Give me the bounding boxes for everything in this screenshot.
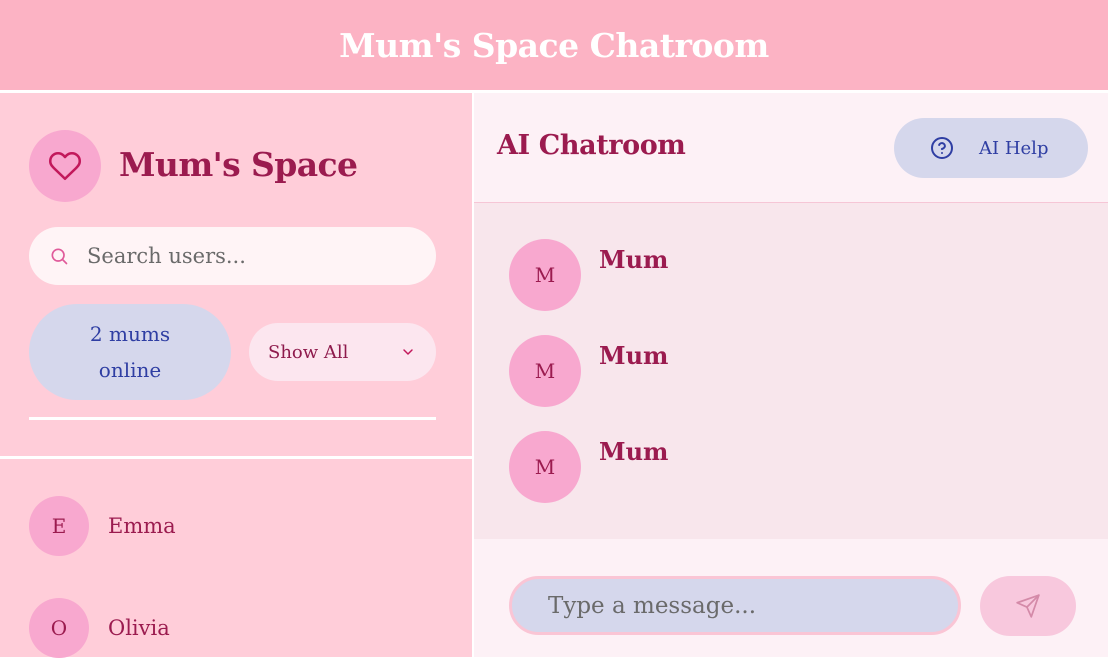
heart-icon	[29, 130, 101, 202]
search-input[interactable]	[85, 243, 409, 269]
ai-help-button[interactable]: AI Help	[894, 118, 1088, 178]
question-circle-icon	[930, 136, 954, 160]
chat-title: AI Chatroom	[497, 130, 686, 161]
message-item: M Mum	[509, 335, 668, 407]
avatar: M	[509, 239, 581, 311]
message-item: M Mum	[509, 239, 668, 311]
message-sender: Mum	[599, 341, 669, 370]
chat-header: AI Chatroom AI Help	[474, 93, 1108, 203]
send-button[interactable]	[980, 576, 1076, 636]
sidebar-top: Mum's Space 2 mums online Show All	[0, 93, 472, 457]
divider	[29, 417, 436, 420]
user-list-item[interactable]: O Olivia	[29, 598, 170, 658]
search-icon	[49, 246, 69, 266]
avatar: E	[29, 496, 89, 556]
divider	[0, 456, 472, 459]
filter-selected-label: Show All	[268, 341, 349, 363]
chevron-down-icon	[400, 344, 416, 360]
message-item: M Mum	[509, 431, 668, 503]
page-title: Mum's Space Chatroom	[339, 25, 769, 65]
message-composer	[474, 539, 1108, 657]
user-name: Olivia	[108, 616, 170, 640]
message-sender: Mum	[599, 245, 669, 274]
app-header: Mum's Space Chatroom	[0, 0, 1108, 90]
send-icon	[1015, 593, 1041, 619]
message-input[interactable]	[509, 576, 961, 635]
user-filter-select[interactable]: Show All	[249, 323, 436, 381]
ai-help-label: AI Help	[979, 137, 1049, 159]
message-list: M Mum M Mum M Mum	[474, 203, 1108, 539]
message-sender: Mum	[599, 437, 669, 466]
user-list-item[interactable]: E Emma	[29, 496, 176, 556]
avatar: O	[29, 598, 89, 658]
online-status-badge: 2 mums online	[29, 304, 231, 400]
sidebar: Mum's Space 2 mums online Show All E E	[0, 93, 472, 658]
brand-title: Mum's Space	[119, 145, 358, 184]
user-name: Emma	[108, 514, 176, 538]
avatar: M	[509, 335, 581, 407]
online-status-text: 2 mums online	[89, 322, 171, 382]
search-bar[interactable]	[29, 227, 436, 285]
avatar: M	[509, 431, 581, 503]
